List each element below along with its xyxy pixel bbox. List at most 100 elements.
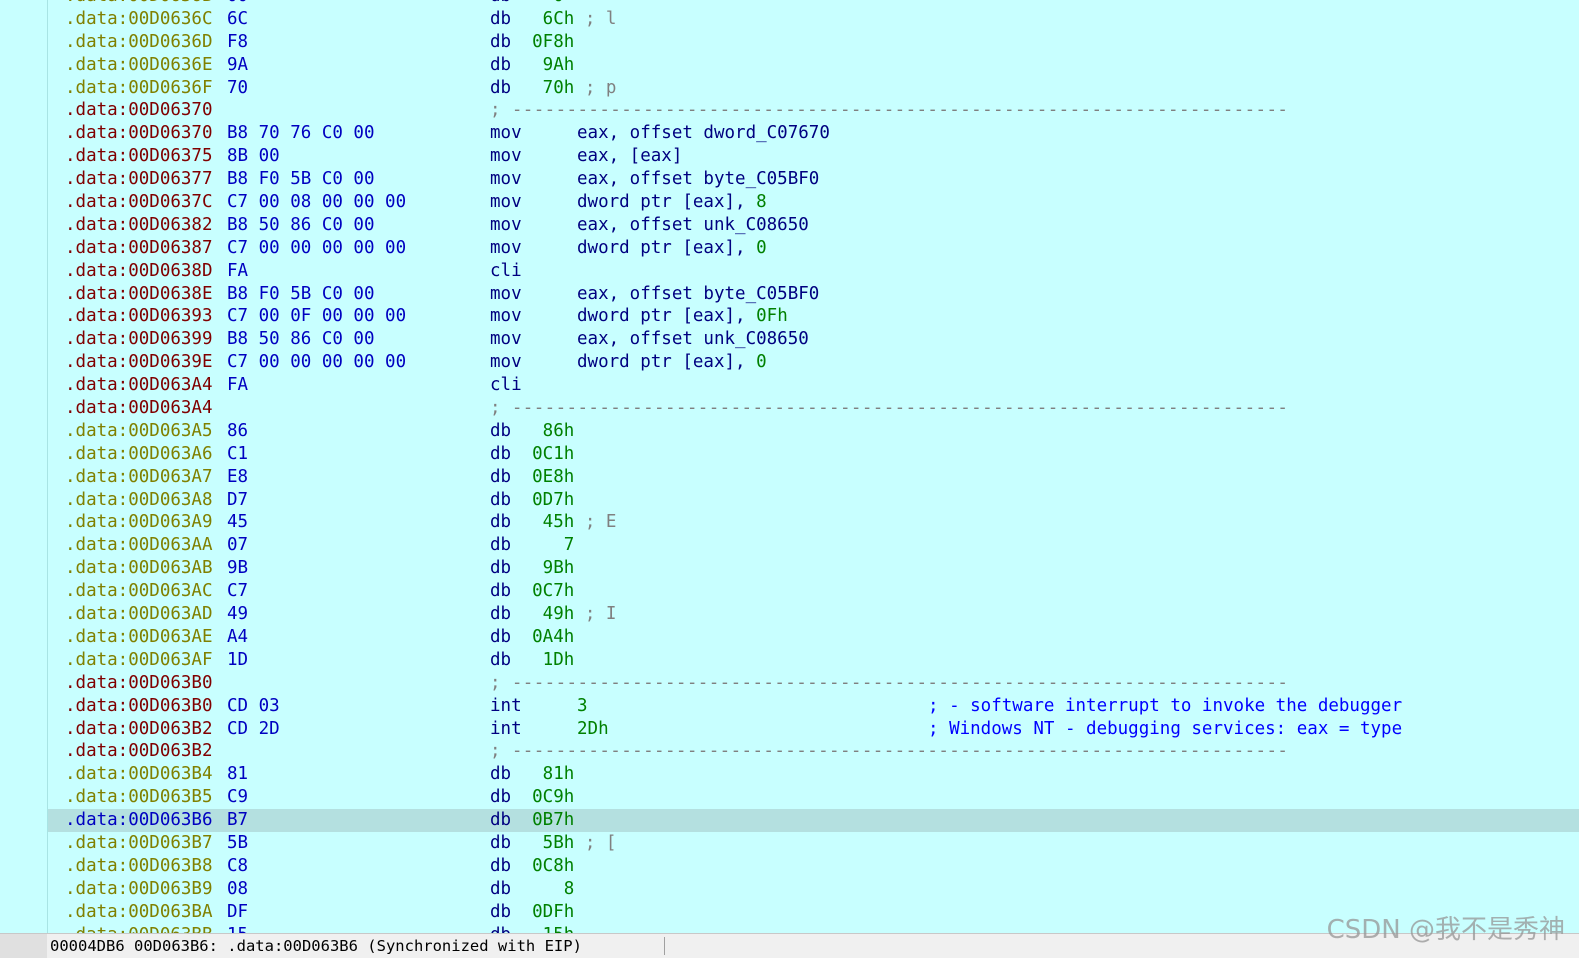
listing-line[interactable]: .data:00D063B2 CD 2D int 2Dh ; Windows NT - … (48, 718, 1579, 741)
operands[interactable]: eax, offset byte_C05BF0 (577, 283, 819, 306)
breakpoint-gutter[interactable] (0, 0, 48, 934)
listing-line[interactable]: .data:00D063B4 81 db 81h (48, 763, 1579, 786)
mnemonic: cli (490, 375, 522, 396)
operands[interactable]: dword ptr [eax], 0Fh (577, 305, 788, 328)
listing-line[interactable]: .data:00D0637C C7 00 08 00 00 00 mov dword … (48, 191, 1579, 214)
opcode-bytes: B8 50 86 C0 00 (227, 329, 375, 350)
listing-line[interactable]: .data:00D063AD 49 db 49h ; I (48, 603, 1579, 626)
mnemonic: db 0D7h (490, 489, 575, 510)
listing-line[interactable]: .data:00D06377 B8 F0 5B C0 00 mov eax, offs… (48, 168, 1579, 191)
listing-line[interactable]: .data:00D063A8 D7 db 0D7h (48, 489, 1579, 512)
auto-comment: ; Windows NT - debugging services: eax =… (928, 718, 1403, 739)
opcode-bytes: 9B (227, 558, 249, 579)
listing-line[interactable]: .data:00D063A6 C1 db 0C1h (48, 443, 1579, 466)
opcode-bytes: FA (227, 375, 249, 396)
disassembly-listing[interactable]: .data:00D0636B00db 0.data:00D0636C6Cdb 6… (48, 0, 1579, 934)
line-address: .data:00D063BA (65, 901, 213, 922)
watermark: CSDN @我不是秀神 (1326, 915, 1565, 945)
listing-line[interactable]: .data:00D0636C 6C db 6Ch ; l (48, 8, 1579, 31)
listing-line[interactable]: .data:00D063A4 FA cli (48, 374, 1579, 397)
operands[interactable]: dword ptr [eax], 0 (577, 237, 767, 260)
listing-line[interactable]: .data:00D06399 B8 50 86 C0 00 mov eax, offs… (48, 328, 1579, 351)
operands[interactable]: eax, offset unk_C08650 (577, 328, 809, 351)
opcode-bytes: C7 00 00 00 00 00 (227, 237, 407, 258)
listing-line[interactable]: .data:00D063AC C7 db 0C7h (48, 580, 1579, 603)
listing-line[interactable]: .data:00D0636F 70 db 70h ; p (48, 77, 1579, 100)
listing-line[interactable]: .data:00D0638D FA cli (48, 260, 1579, 283)
line-address: .data:00D06399 (65, 329, 213, 350)
opcode-bytes: A4 (227, 626, 249, 647)
listing-line[interactable]: .data:00D063AA 07 db 7 (48, 534, 1579, 557)
listing-line[interactable]: .data:00D06387 C7 00 00 00 00 00 mov dword … (48, 237, 1579, 260)
line-address: .data:00D06370 (65, 100, 213, 121)
operands[interactable]: 3 (577, 695, 588, 718)
listing-line[interactable]: .data:00D063AF 1D db 1Dh (48, 649, 1579, 672)
mnemonic: db 1Dh (490, 649, 575, 670)
separator-line[interactable]: .data:00D063B2 ; ------------------------… (48, 740, 1579, 763)
listing-line[interactable]: .data:00D063B8 C8 db 0C8h (48, 855, 1579, 878)
mnemonic: db 86h (490, 420, 575, 441)
line-address: .data:00D063AB (65, 558, 213, 579)
line-address: .data:00D063AE (65, 626, 213, 647)
listing-line[interactable]: .data:00D0636E 9A db 9Ah (48, 54, 1579, 77)
listing-line[interactable]: .data:00D063A7 E8 db 0E8h (48, 466, 1579, 489)
listing-line[interactable]: .data:00D063B5 C9 db 0C9h (48, 786, 1579, 809)
separator-line[interactable]: .data:00D063B0 ; ------------------------… (48, 672, 1579, 695)
line-address: .data:00D063A9 (65, 512, 213, 533)
operands[interactable]: 2Dh (577, 718, 609, 741)
line-address: .data:00D063B5 (65, 787, 213, 808)
mnemonic: db 0C9h (490, 787, 575, 808)
operands[interactable]: dword ptr [eax], 0 (577, 351, 767, 374)
operands[interactable]: eax, offset dword_C07670 (577, 122, 830, 145)
separator-comment: ; --------------------------------------… (490, 741, 1289, 762)
listing-line[interactable]: .data:00D0639E C7 00 00 00 00 00 mov dword … (48, 351, 1579, 374)
mnemonic: db 81h (490, 764, 575, 785)
opcode-bytes: 9A (227, 54, 249, 75)
listing-line[interactable]: .data:00D063B6 B7 db 0B7h (48, 809, 1579, 832)
opcode-bytes: CD 03 (227, 695, 280, 716)
listing-line[interactable]: .data:00D063AE A4 db 0A4h (48, 626, 1579, 649)
line-address: .data:00D063AF (65, 649, 213, 670)
mnemonic: mov (490, 192, 522, 213)
listing-line[interactable]: .data:00D06375 8B 00 mov eax, [eax] (48, 145, 1579, 168)
mnemonic: db 0A4h (490, 626, 575, 647)
listing-line[interactable]: .data:00D06370 B8 70 76 C0 00 mov eax, offs… (48, 122, 1579, 145)
listing-line[interactable]: .data:00D0638E B8 F0 5B C0 00 mov eax, offs… (48, 283, 1579, 306)
operands[interactable]: eax, offset byte_C05BF0 (577, 168, 819, 191)
mnemonic: mov (490, 123, 522, 144)
line-address: .data:00D06382 (65, 214, 213, 235)
immediate-value: 3 (577, 695, 588, 716)
listing-line[interactable]: .data:00D06393 C7 00 0F 00 00 00 mov dword … (48, 305, 1579, 328)
listing-line[interactable]: .data:00D06382 B8 50 86 C0 00 mov eax, offs… (48, 214, 1579, 237)
mnemonic: db 49h ; I (490, 604, 617, 625)
listing-line[interactable]: .data:00D063A5 86 db 86h (48, 420, 1579, 443)
listing-line[interactable]: .data:00D063AB 9B db 9Bh (48, 557, 1579, 580)
mnemonic: db 45h ; E (490, 512, 617, 533)
line-address: .data:00D0636D (65, 31, 213, 52)
opcode-bytes: B7 (227, 810, 249, 831)
operands[interactable]: dword ptr [eax], 8 (577, 191, 767, 214)
data-value: 7 (521, 535, 575, 556)
auto-comment: ; - software interrupt to invoke the deb… (928, 695, 1403, 716)
line-address: .data:00D06387 (65, 237, 213, 258)
listing-line[interactable]: .data:00D063A9 45 db 45h ; E (48, 511, 1579, 534)
line-address: .data:00D0636E (65, 54, 213, 75)
opcode-bytes: 5B (227, 832, 249, 853)
separator-line[interactable]: .data:00D06370 ; ------------------------… (48, 99, 1579, 122)
opcode-bytes: C9 (227, 787, 249, 808)
listing-line[interactable]: .data:00D063B0 CD 03 int 3 ; - software inte… (48, 695, 1579, 718)
char-comment: ; E (574, 512, 617, 533)
opcode-bytes: F8 (227, 31, 249, 52)
listing-line[interactable]: .data:00D0636D F8 db 0F8h (48, 31, 1579, 54)
operands[interactable]: eax, [eax] (577, 145, 682, 168)
listing-line[interactable]: .data:00D063B7 5B db 5Bh ; [ (48, 832, 1579, 855)
line-address: .data:00D063B4 (65, 764, 213, 785)
listing-line[interactable]: .data:00D063B9 08 db 8 (48, 878, 1579, 901)
listing-line[interactable]: .data:00D0636B 00 db 0 (48, 0, 1579, 8)
separator-line[interactable]: .data:00D063A4 ; ------------------------… (48, 397, 1579, 420)
mnemonic: db 0DFh (490, 901, 575, 922)
operands[interactable]: eax, offset unk_C08650 (577, 214, 809, 237)
line-address: .data:00D0636F (65, 77, 213, 98)
mnemonic: db 8 (490, 878, 575, 899)
line-address: .data:00D0636C (65, 8, 213, 29)
